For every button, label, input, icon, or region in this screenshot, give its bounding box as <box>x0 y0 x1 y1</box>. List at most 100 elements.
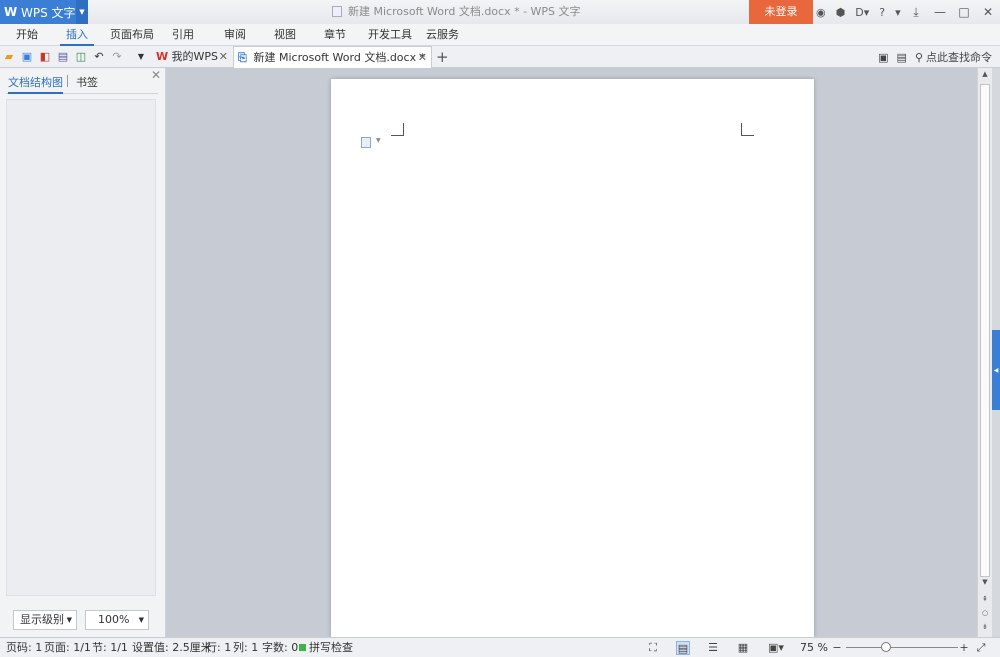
zoom-percent[interactable]: 75 % <box>800 638 828 657</box>
help-icon[interactable]: ? ▾ <box>879 6 900 19</box>
status-row[interactable]: 行: 1 <box>206 638 231 657</box>
level-select[interactable]: 显示级别 ▼ <box>13 610 77 630</box>
app-menu-button[interactable]: W WPS 文字 ▼ <box>0 0 88 24</box>
close-tab-icon[interactable]: ✕ <box>219 46 228 68</box>
menu-page-layout[interactable]: 页面布局 <box>110 24 154 46</box>
menu-section[interactable]: 章节 <box>324 24 346 46</box>
margin-mark-top-right <box>741 123 754 136</box>
spell-check-toggle[interactable]: 拼写检查 <box>299 638 353 657</box>
margin-mark-top-left <box>391 123 404 136</box>
help-label: ? <box>879 5 886 19</box>
status-setting-value[interactable]: 设置值: 2.5厘米 <box>132 638 212 657</box>
close-window-button[interactable]: ✕ <box>976 0 1000 24</box>
scroll-up-icon[interactable]: ▲ <box>978 70 992 78</box>
save-icon[interactable]: ▣ <box>20 50 34 64</box>
scroll-thumb[interactable] <box>980 84 990 577</box>
chevron-down-icon[interactable]: ▼ <box>376 137 381 144</box>
export-pdf-icon[interactable]: ◧ <box>38 50 52 64</box>
settings-icon[interactable]: ⬢ <box>836 6 846 19</box>
status-bar: 页码: 1 页面: 1/1 节: 1/1 设置值: 2.5厘米 行: 1 列: … <box>0 637 1000 657</box>
document-page[interactable]: ▼ <box>331 79 814 637</box>
spell-check-indicator-icon <box>299 644 306 651</box>
tab-document[interactable]: ⎘ 新建 Microsoft Word 文档.docx * ✕ <box>233 46 432 68</box>
status-page-number[interactable]: 页码: 1 <box>6 638 42 657</box>
document-area: ▼ <box>166 68 977 637</box>
status-pages[interactable]: 页面: 1/1 <box>44 638 91 657</box>
vertical-scrollbar[interactable]: ▲ ▼ ⇞ ○ ⇟ <box>977 68 992 637</box>
login-button[interactable]: 未登录 <box>749 0 813 24</box>
chevron-down-icon: ▼ <box>138 616 144 624</box>
open-icon[interactable]: ▰ <box>2 50 16 64</box>
status-column[interactable]: 列: 1 <box>233 638 258 657</box>
ribbon-menu: 开始 插入 页面布局 引用 审阅 视图 章节 开发工具 云服务 <box>0 24 1000 46</box>
expand-task-pane-icon[interactable]: ◀ <box>992 330 1000 410</box>
document-map-tree[interactable] <box>6 99 156 596</box>
quick-access-toolbar: ▰ ▣ ◧ ▤ ◫ ↶ ↷ ▼ W 我的WPS ✕ ⎘ 新建 Microsoft… <box>0 46 1000 68</box>
pane-tab-separator <box>67 75 68 87</box>
close-pane-icon[interactable]: ✕ <box>151 68 161 82</box>
status-section[interactable]: 节: 1/1 <box>92 638 128 657</box>
search-icon[interactable]: ⚲ <box>915 51 923 64</box>
outline-view-icon[interactable]: ☰ <box>706 641 720 655</box>
title-bar: W WPS 文字 ▼ 新建 Microsoft Word 文档.docx * -… <box>0 0 1000 24</box>
menu-view[interactable]: 视图 <box>274 24 296 46</box>
task-pane-edge: ◀ <box>992 68 1000 637</box>
share-icon[interactable]: ▣ <box>878 51 888 64</box>
zoom-slider-handle[interactable] <box>881 642 891 652</box>
paragraph-layout-icon[interactable] <box>361 137 371 148</box>
download-icon[interactable]: ⤓ <box>904 0 928 24</box>
cloud-sync-icon[interactable]: D▾ <box>855 6 869 19</box>
wps-logo-icon: W <box>156 50 169 63</box>
minimize-button[interactable]: — <box>928 0 952 24</box>
skin-icon[interactable]: ◉ <box>816 6 826 19</box>
menu-home[interactable]: 开始 <box>16 24 38 46</box>
new-tab-button[interactable]: + <box>436 46 449 68</box>
search-command[interactable]: 点此查找命令 <box>926 49 992 65</box>
redo-icon[interactable]: ↷ <box>110 50 124 64</box>
window-controls: ⤓ — □ ✕ <box>904 0 1000 24</box>
app-name: WPS 文字 <box>21 5 76 20</box>
close-tab-icon[interactable]: ✕ <box>418 47 427 69</box>
reading-mode-icon[interactable]: ▣▾ <box>766 641 786 655</box>
wps-logo-icon: W <box>4 5 18 19</box>
zoom-select[interactable]: 100% ▼ <box>85 610 149 630</box>
zoom-in-icon[interactable]: + <box>957 641 971 655</box>
select-browse-object-icon[interactable]: ○ <box>978 609 992 617</box>
zoom-select-value: 100% <box>98 613 130 626</box>
previous-page-icon[interactable]: ⇞ <box>978 595 992 603</box>
tab-my-wps[interactable]: W 我的WPS ✕ <box>152 46 232 68</box>
tab-bookmarks[interactable]: 书签 <box>76 74 98 90</box>
tab-label: 我的WPS <box>171 50 219 63</box>
undo-icon[interactable]: ↶ <box>92 50 106 64</box>
web-view-icon[interactable]: ▦ <box>736 641 750 655</box>
navigation-pane: 文档结构图 书签 ✕ 显示级别 ▼ 100% ▼ <box>0 68 166 637</box>
level-select-value: 显示级别 <box>20 613 64 626</box>
window-title: 新建 Microsoft Word 文档.docx * - WPS 文字 <box>332 0 581 24</box>
menu-review[interactable]: 审阅 <box>224 24 246 46</box>
status-word-count[interactable]: 字数: 0 <box>262 638 298 657</box>
menu-developer[interactable]: 开发工具 <box>368 24 412 46</box>
zoom-out-icon[interactable]: − <box>830 641 844 655</box>
fullscreen-view-icon[interactable]: ⛶ <box>646 641 660 655</box>
chevron-down-icon: ▼ <box>66 616 72 624</box>
menu-references[interactable]: 引用 <box>172 24 194 46</box>
tab-document-map[interactable]: 文档结构图 <box>8 74 63 94</box>
page-view-icon[interactable]: ▤ <box>676 641 690 655</box>
app-menu-caret-icon[interactable]: ▼ <box>76 0 88 24</box>
menu-insert[interactable]: 插入 <box>60 24 94 46</box>
pane-tabs: 文档结构图 书签 <box>6 68 158 94</box>
toolbar-right: ▣ ▤ ⚲ 点此查找命令 <box>870 46 992 68</box>
spell-check-label: 拼写检查 <box>309 641 353 654</box>
customize-caret-icon[interactable]: ▼ <box>134 50 148 64</box>
fit-page-icon[interactable]: ⤢ <box>974 641 988 655</box>
scroll-down-icon[interactable]: ▼ <box>978 578 992 586</box>
zoom-slider-track[interactable] <box>846 647 958 648</box>
next-page-icon[interactable]: ⇟ <box>978 623 992 631</box>
maximize-button[interactable]: □ <box>952 0 976 24</box>
document-icon <box>332 6 342 17</box>
print-preview-icon[interactable]: ◫ <box>74 50 88 64</box>
menu-cloud-service[interactable]: 云服务 <box>426 24 459 46</box>
print-icon[interactable]: ▤ <box>56 50 70 64</box>
comment-icon[interactable]: ▤ <box>897 51 907 64</box>
tab-label: 新建 Microsoft Word 文档.docx * <box>253 51 426 64</box>
